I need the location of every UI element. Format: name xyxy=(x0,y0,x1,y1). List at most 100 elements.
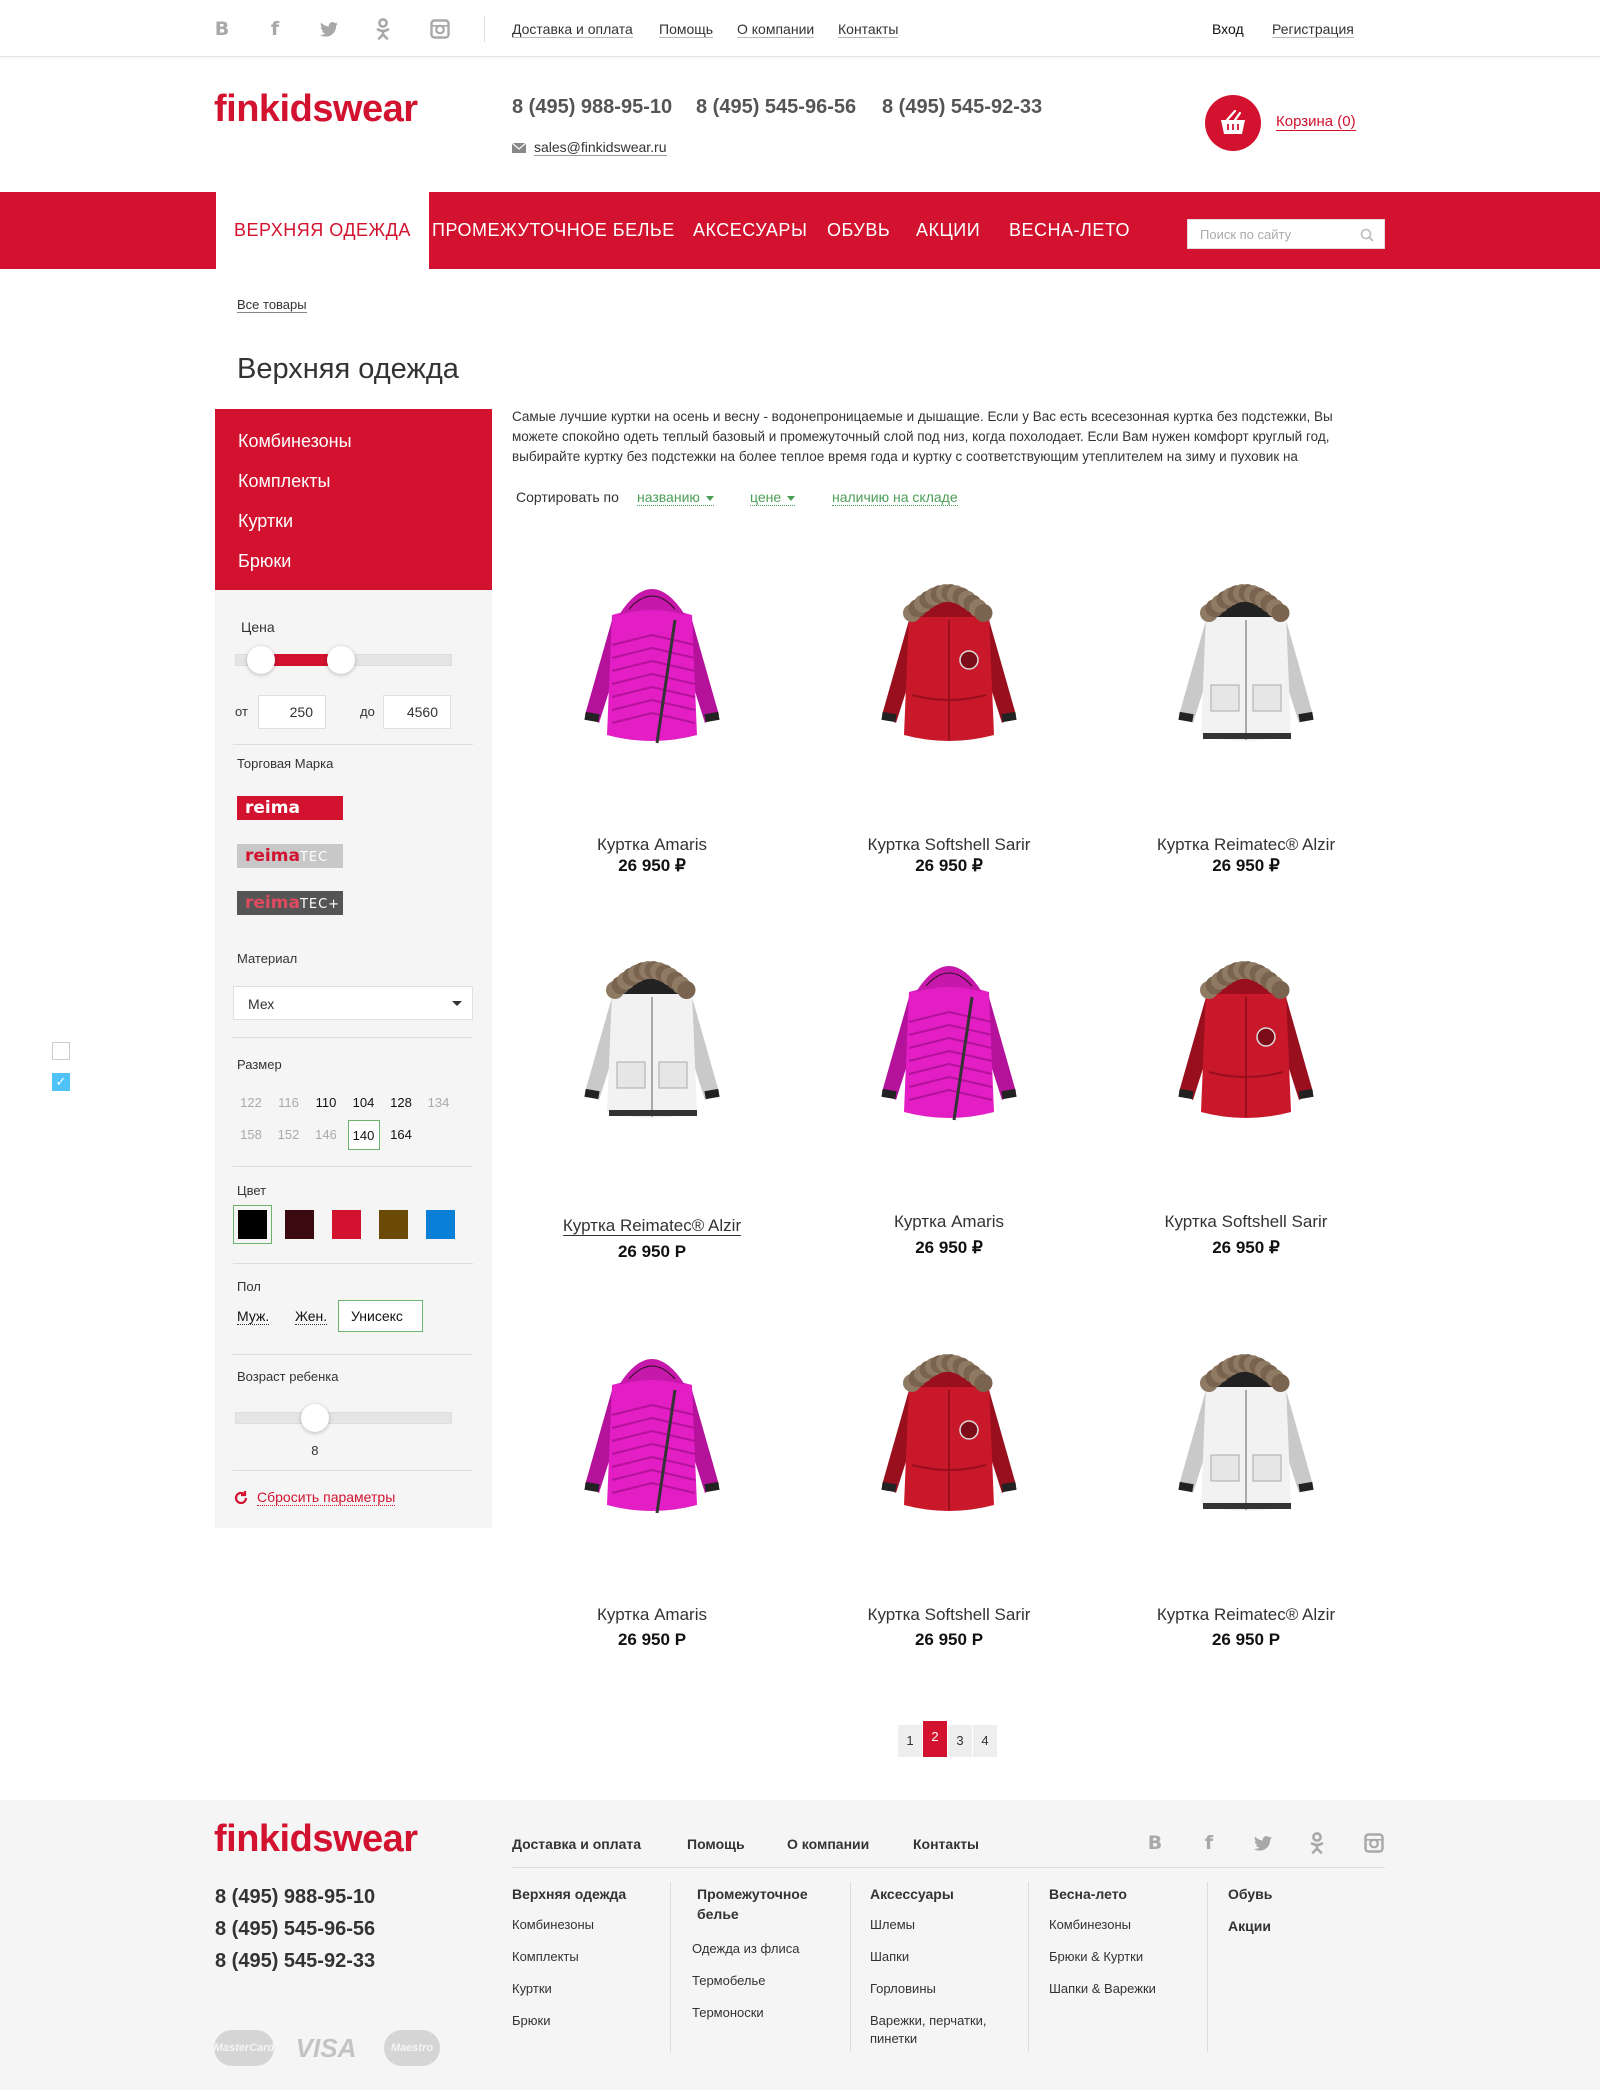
page-3[interactable]: 3 xyxy=(948,1725,972,1757)
product-name[interactable]: Куртка Softshell Sarir xyxy=(804,835,1094,855)
footer-link[interactable]: Комплекты xyxy=(512,1948,662,1966)
footer-logo[interactable]: finkidswear xyxy=(214,1818,418,1861)
product-card[interactable]: Куртка Amaris 26 950 Р xyxy=(507,1335,797,1670)
search-input[interactable]: Поиск по сайту xyxy=(1187,219,1385,249)
product-name[interactable]: Куртка Reimatec® Alzir xyxy=(507,1216,797,1236)
cart-button[interactable] xyxy=(1205,95,1261,151)
twitter-icon[interactable] xyxy=(318,18,340,40)
sort-by-price[interactable]: цене xyxy=(750,489,796,506)
price-slider-min-handle[interactable] xyxy=(247,646,276,674)
odnoklassniki-icon[interactable] xyxy=(372,18,394,40)
top-link-help[interactable]: Помощь xyxy=(659,21,714,38)
top-link-delivery[interactable]: Доставка и оплата xyxy=(512,21,633,38)
price-from-input[interactable]: 250 xyxy=(258,695,326,729)
nav-sales[interactable]: АКЦИИ xyxy=(916,192,980,269)
footer-link[interactable]: Брюки & Куртки xyxy=(1049,1948,1199,1966)
footer-link-contacts[interactable]: Контакты xyxy=(913,1836,979,1852)
brand-reima[interactable]: reima xyxy=(237,796,343,820)
size-option-146[interactable]: 146 xyxy=(310,1120,342,1150)
product-name[interactable]: Куртка Softshell Sarir xyxy=(804,1605,1094,1625)
footer-col-title[interactable]: Верхняя одежда xyxy=(512,1884,662,1904)
breadcrumb-all-products[interactable]: Все товары xyxy=(237,297,307,313)
footer-link-help[interactable]: Помощь xyxy=(687,1836,745,1852)
footer-col-title[interactable]: Весна-лето xyxy=(1049,1884,1199,1904)
footer-col-title[interactable]: Акции xyxy=(1228,1916,1308,1936)
footer-link[interactable]: Комбинезоны xyxy=(1049,1916,1199,1934)
top-link-about[interactable]: О компании xyxy=(737,21,815,38)
product-name[interactable]: Куртка Reimatec® Alzir xyxy=(1101,1605,1391,1625)
product-card[interactable]: Куртка Amaris 26 950 ₽ xyxy=(507,565,797,896)
product-card[interactable]: Куртка Softshell Sarir 26 950 ₽ xyxy=(804,565,1094,896)
product-card[interactable]: Куртка Reimatec® Alzir 26 950 ₽ xyxy=(1101,565,1391,896)
product-name[interactable]: Куртка Reimatec® Alzir xyxy=(1101,835,1391,855)
nav-outerwear[interactable]: ВЕРХНЯЯ ОДЕЖДА xyxy=(216,192,429,269)
reset-filters-button[interactable]: Сбросить параметры xyxy=(233,1490,396,1506)
footer-link[interactable]: Брюки xyxy=(512,2012,662,2030)
site-logo[interactable]: finkidswear xyxy=(214,88,418,131)
footer-instagram-icon[interactable] xyxy=(1363,1832,1385,1854)
size-option-140[interactable]: 140 xyxy=(347,1120,380,1150)
size-option-110[interactable]: 110 xyxy=(310,1088,342,1118)
register-link[interactable]: Регистрация xyxy=(1272,21,1354,38)
footer-facebook-icon[interactable]: f xyxy=(1198,1832,1220,1854)
footer-col-title[interactable]: Обувь xyxy=(1228,1884,1308,1904)
product-name[interactable]: Куртка Amaris xyxy=(507,835,797,855)
footer-link[interactable]: Термобелье xyxy=(692,1972,822,1990)
footer-col-title[interactable]: Промежуточное белье xyxy=(692,1884,822,1924)
product-image[interactable] xyxy=(557,1335,747,1525)
brand-reimatec[interactable]: reimaTEC xyxy=(237,844,343,868)
product-image[interactable] xyxy=(557,942,747,1132)
age-slider-track[interactable] xyxy=(235,1412,452,1424)
size-option-104[interactable]: 104 xyxy=(348,1088,380,1118)
product-name[interactable]: Куртка Softshell Sarir xyxy=(1101,1212,1391,1232)
footer-link[interactable]: Одежда из флиса xyxy=(692,1940,822,1958)
search-icon[interactable] xyxy=(1360,228,1374,242)
footer-link[interactable]: Шлемы xyxy=(870,1916,1010,1934)
color-swatch-1[interactable] xyxy=(233,1205,272,1244)
size-option-116[interactable]: 116 xyxy=(273,1088,305,1118)
product-card[interactable]: Куртка Reimatec® Alzir 26 950 Р xyxy=(507,942,797,1278)
material-select[interactable]: Мех xyxy=(233,986,473,1020)
footer-link[interactable]: Горловины xyxy=(870,1980,1010,1998)
cart-link[interactable]: Корзина (0) xyxy=(1276,113,1356,131)
footer-twitter-icon[interactable] xyxy=(1252,1832,1274,1854)
nav-underwear[interactable]: ПРОМЕЖУТОЧНОЕ БЕЛЬЕ xyxy=(432,192,675,269)
login-link[interactable]: Вход xyxy=(1212,21,1244,37)
product-image[interactable] xyxy=(1151,1335,1341,1525)
footer-link[interactable]: Шапки & Варежки xyxy=(1049,1980,1199,1998)
footer-link-delivery[interactable]: Доставка и оплата xyxy=(512,1836,641,1852)
footer-link-about[interactable]: О компании xyxy=(787,1836,869,1852)
price-to-input[interactable]: 4560 xyxy=(383,695,451,729)
color-swatch-2[interactable] xyxy=(285,1210,314,1239)
footer-odnoklassniki-icon[interactable] xyxy=(1306,1832,1328,1854)
nav-spring-summer[interactable]: ВЕСНА-ЛЕТО xyxy=(1009,192,1130,269)
size-option-134[interactable]: 134 xyxy=(423,1088,455,1118)
footer-link[interactable]: Варежки, перчатки, пинетки xyxy=(870,2012,1010,2048)
color-swatch-5[interactable] xyxy=(426,1210,455,1239)
footer-link[interactable]: Шапки xyxy=(870,1948,1010,1966)
product-image[interactable] xyxy=(854,565,1044,755)
gender-male[interactable]: Муж. xyxy=(237,1308,270,1325)
footer-link[interactable]: Куртки xyxy=(512,1980,662,1998)
footer-col-title[interactable]: Аксессуары xyxy=(870,1884,1010,1904)
category-jackets[interactable]: Куртки xyxy=(238,511,293,532)
product-card[interactable]: Куртка Softshell Sarir 26 950 ₽ xyxy=(1101,942,1391,1278)
page-2[interactable]: 2 xyxy=(923,1721,947,1757)
product-card[interactable]: Куртка Amaris 26 950 ₽ xyxy=(804,942,1094,1278)
footer-link[interactable]: Термоноски xyxy=(692,2004,822,2022)
product-name[interactable]: Куртка Amaris xyxy=(507,1605,797,1625)
category-sets[interactable]: Комплекты xyxy=(238,471,330,492)
vk-icon[interactable]: B xyxy=(211,18,233,40)
size-option-158[interactable]: 158 xyxy=(235,1120,267,1150)
checkbox-unchecked[interactable] xyxy=(52,1042,70,1060)
gender-female[interactable]: Жен. xyxy=(295,1308,328,1325)
header-email[interactable]: sales@finkidswear.ru xyxy=(512,140,667,156)
footer-link[interactable]: Комбинезоны xyxy=(512,1916,662,1934)
page-1[interactable]: 1 xyxy=(898,1725,922,1757)
footer-vk-icon[interactable]: B xyxy=(1144,1832,1166,1854)
size-option-164[interactable]: 164 xyxy=(385,1120,417,1150)
instagram-icon[interactable] xyxy=(429,18,451,40)
nav-accessories[interactable]: АКСЕСУАРЫ xyxy=(693,192,807,269)
product-card[interactable]: Куртка Softshell Sarir 26 950 Р xyxy=(804,1335,1094,1670)
product-image[interactable] xyxy=(557,565,747,755)
